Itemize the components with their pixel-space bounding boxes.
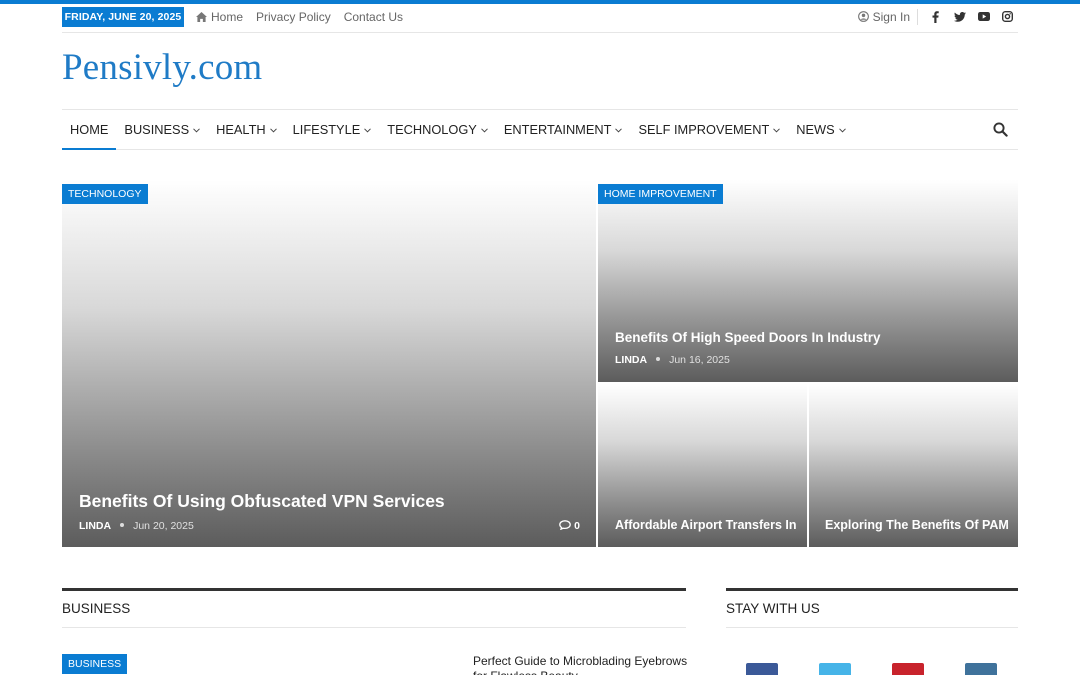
pinterest-follow-button[interactable] bbox=[892, 663, 924, 675]
sign-in-link[interactable]: Sign In bbox=[857, 10, 910, 24]
featured-main-meta: LINDA Jun 20, 2025 bbox=[79, 520, 194, 532]
featured-right-top-title[interactable]: Benefits Of High Speed Doors In Industry bbox=[615, 330, 881, 345]
featured-main-category-badge[interactable]: TECHNOLOGY bbox=[62, 184, 148, 204]
nav-item-technology[interactable]: TECHNOLOGY bbox=[379, 110, 496, 149]
top-divider bbox=[917, 9, 918, 25]
nav-item-technology-label: TECHNOLOGY bbox=[387, 122, 477, 137]
nav-item-business[interactable]: BUSINESS bbox=[116, 110, 208, 149]
nav-item-self-improvement-label: SELF IMPROVEMENT bbox=[638, 122, 770, 137]
featured-main-comments[interactable]: 0 bbox=[559, 520, 580, 532]
nav-item-news[interactable]: NEWS bbox=[788, 110, 853, 149]
nav-item-home-label: HOME bbox=[70, 122, 109, 137]
instagram-follow-button[interactable] bbox=[965, 663, 997, 675]
featured-right-top-meta: LINDA Jun 16, 2025 bbox=[615, 354, 730, 366]
top-link-privacy-policy[interactable]: Privacy Policy bbox=[256, 10, 331, 24]
featured-main-card[interactable]: Benefits Of Using Obfuscated VPN Service… bbox=[62, 180, 596, 547]
top-link-home-label: Home bbox=[211, 10, 244, 24]
featured-right-top-author[interactable]: LINDA bbox=[615, 354, 647, 366]
chevron-down-icon bbox=[480, 128, 488, 133]
sign-in-label: Sign In bbox=[872, 10, 910, 24]
instagram-icon[interactable] bbox=[1001, 10, 1014, 23]
facebook-icon[interactable] bbox=[929, 10, 942, 23]
nav-item-entertainment-label: ENTERTAINMENT bbox=[503, 122, 612, 137]
nav-item-home[interactable]: HOME bbox=[62, 110, 117, 150]
nav-item-entertainment[interactable]: ENTERTAINMENT bbox=[496, 110, 631, 149]
nav-item-self-improvement[interactable]: SELF IMPROVEMENT bbox=[630, 110, 788, 149]
chevron-down-icon bbox=[838, 128, 846, 133]
youtube-icon[interactable] bbox=[977, 10, 990, 23]
chevron-down-icon bbox=[773, 128, 781, 133]
featured-right-top-category-badge[interactable]: HOME IMPROVEMENT bbox=[598, 184, 723, 204]
comments-icon bbox=[559, 520, 572, 531]
stay-with-us-title: STAY WITH US bbox=[726, 601, 820, 616]
nav-item-business-label: BUSINESS bbox=[124, 122, 190, 137]
business-section-title[interactable]: BUSINESS bbox=[62, 601, 130, 616]
facebook-follow-button[interactable] bbox=[746, 663, 778, 675]
top-link-home[interactable]: Home bbox=[196, 10, 243, 24]
business-section-header: BUSINESS bbox=[62, 588, 686, 628]
nav-item-lifestyle-label: LIFESTYLE bbox=[292, 122, 361, 137]
featured-main-title[interactable]: Benefits Of Using Obfuscated VPN Service… bbox=[79, 491, 445, 512]
featured-right-bottom-right-title[interactable]: Exploring The Benefits Of PAM bbox=[825, 518, 1009, 532]
nav-item-news-label: NEWS bbox=[796, 122, 835, 137]
home-icon bbox=[196, 12, 207, 22]
business-post-category-badge[interactable]: BUSINESS bbox=[62, 654, 128, 674]
featured-right-bottom-left-card[interactable]: Affordable Airport Transfers In bbox=[598, 384, 807, 547]
chevron-down-icon bbox=[269, 128, 277, 133]
chevron-down-icon bbox=[193, 128, 200, 133]
featured-right-bottom-left-title[interactable]: Affordable Airport Transfers In bbox=[615, 518, 797, 532]
top-link-contact-us[interactable]: Contact Us bbox=[344, 10, 403, 24]
user-icon bbox=[857, 11, 869, 22]
stay-with-us-header: STAY WITH US bbox=[726, 588, 1018, 628]
search-icon[interactable] bbox=[993, 122, 1008, 137]
nav-item-health-label: HEALTH bbox=[216, 122, 266, 137]
chevron-down-icon bbox=[364, 128, 372, 133]
meta-dot bbox=[656, 357, 661, 361]
chevron-down-icon bbox=[615, 128, 623, 133]
meta-dot bbox=[120, 523, 125, 527]
top-links: Home Privacy Policy Contact Us bbox=[196, 10, 416, 24]
twitter-icon[interactable] bbox=[953, 10, 966, 23]
featured-right-bottom-right-card[interactable]: Exploring The Benefits Of PAM bbox=[809, 384, 1018, 547]
featured-right-top-card[interactable]: Benefits Of High Speed Doors In Industry… bbox=[598, 180, 1018, 382]
social-links bbox=[929, 10, 1014, 23]
nav-item-health[interactable]: HEALTH bbox=[208, 110, 285, 149]
twitter-follow-button[interactable] bbox=[819, 663, 851, 675]
featured-main-date: Jun 20, 2025 bbox=[133, 520, 194, 532]
nav-item-lifestyle[interactable]: LIFESTYLE bbox=[285, 110, 380, 149]
site-logo[interactable]: Pensivly.com bbox=[62, 46, 262, 89]
featured-right-top-date: Jun 16, 2025 bbox=[669, 354, 730, 366]
main-navigation: HOME BUSINESS HEALTH LIFESTYLE TECHNOLOG… bbox=[62, 109, 1018, 150]
business-post-title[interactable]: Perfect Guide to Microblading Eyebrows f… bbox=[473, 654, 693, 675]
featured-main-author[interactable]: LINDA bbox=[79, 520, 111, 532]
top-bar: FRIDAY, JUNE 20, 2025 Home Privacy Polic… bbox=[62, 4, 1018, 33]
featured-main-comment-count: 0 bbox=[574, 520, 580, 532]
date-badge: FRIDAY, JUNE 20, 2025 bbox=[62, 7, 184, 27]
